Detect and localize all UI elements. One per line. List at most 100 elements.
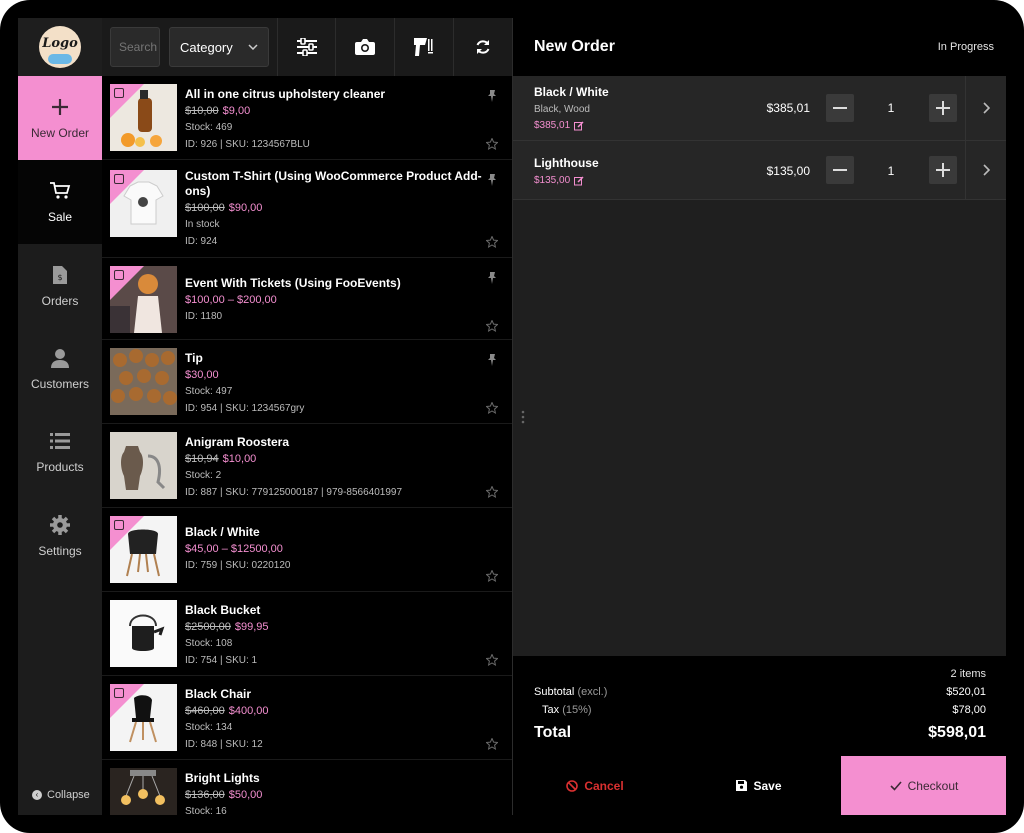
checkout-button[interactable]: Checkout <box>841 756 1006 815</box>
category-select[interactable]: Category <box>169 27 269 67</box>
pin-icon[interactable] <box>486 354 498 366</box>
logo-text: Logo <box>42 35 78 51</box>
resize-handle-icon[interactable] <box>521 410 525 424</box>
product-row[interactable]: Bright Lights $136,00 $50,00 Stock: 16 <box>102 760 512 815</box>
tax-note: (15%) <box>562 704 592 716</box>
filter-button[interactable] <box>277 18 335 76</box>
sidebar-item-customers[interactable]: Customers <box>18 327 102 411</box>
unit-price-value: $385,01 <box>534 120 571 131</box>
product-row[interactable]: Black Bucket $2500,00 $99,95 Stock: 108 I… <box>102 592 512 676</box>
pin-icon[interactable] <box>486 90 498 102</box>
user-icon <box>49 347 71 369</box>
device-frame: Logo New Order Sale $ Orders Customers P… <box>0 0 1024 833</box>
product-row[interactable]: Black / White $45,00 – $12500,00 ID: 759… <box>102 508 512 592</box>
product-row[interactable]: Black Chair $460,00 $400,00 Stock: 134 ID… <box>102 676 512 760</box>
product-row[interactable]: Custom T-Shirt (Using WooCommerce Produc… <box>102 160 512 258</box>
star-icon[interactable] <box>486 138 498 150</box>
sidebar-item-label: Orders <box>41 294 79 308</box>
order-header: New Order In Progress <box>513 18 1006 76</box>
product-info: Bright Lights $136,00 $50,00 Stock: 16 <box>185 771 482 815</box>
order-line[interactable]: Black / White Black, Wood $385,01 $385,0… <box>513 76 1006 141</box>
line-expand-button[interactable] <box>965 76 1006 140</box>
chevron-right-icon <box>983 164 990 176</box>
save-button[interactable]: Save <box>677 756 841 815</box>
subtotal-row: Subtotal (excl.) $520,01 <box>534 686 986 698</box>
product-row[interactable]: Tip $30,00 Stock: 497 ID: 954 | SKU: 123… <box>102 340 512 424</box>
sidebar-item-label: Sale <box>47 210 73 224</box>
product-sale-price: $50,00 <box>228 789 263 801</box>
product-toolbar: Category <box>102 18 512 76</box>
product-name: Bright Lights <box>185 771 260 785</box>
product-price: $460,00 $400,00 <box>185 705 482 717</box>
product-list: All in one citrus upholstery cleaner $10… <box>102 76 512 815</box>
product-sale-price: $99,95 <box>234 621 269 633</box>
order-actions: Cancel Save Checkout <box>513 756 1006 815</box>
pin-icon[interactable] <box>486 174 498 186</box>
product-old-price: $10,00 <box>185 105 219 117</box>
star-icon[interactable] <box>486 236 498 248</box>
product-id-sku: ID: 754 | SKU: 1 <box>185 655 258 666</box>
product-name: Black / White <box>185 525 260 539</box>
order-totals: 2 items Subtotal (excl.) $520,01 Tax (15… <box>513 656 1006 756</box>
order-line[interactable]: Lighthouse $135,00 $135,00 1 <box>513 141 1006 200</box>
logo-area: Logo <box>18 18 102 76</box>
order-panel: New Order In Progress Black / White Blac… <box>512 18 1006 815</box>
unit-price-value: $135,00 <box>534 175 571 186</box>
product-old-price: $460,00 <box>185 705 225 717</box>
quantity-value[interactable]: 1 <box>871 164 911 178</box>
search-input[interactable] <box>110 27 160 67</box>
product-thumbnail <box>110 348 177 415</box>
product-row[interactable]: All in one citrus upholstery cleaner $10… <box>102 76 512 160</box>
product-thumbnail <box>110 432 177 499</box>
pin-icon[interactable] <box>486 272 498 284</box>
product-price: $10,94 $10,00 <box>185 453 482 465</box>
plus-icon <box>936 101 950 115</box>
minus-icon <box>833 169 847 171</box>
star-icon[interactable] <box>486 570 498 582</box>
product-name: Anigram Roostera <box>185 435 290 449</box>
sidebar: Logo New Order Sale $ Orders Customers P… <box>18 18 102 815</box>
line-expand-button[interactable] <box>965 141 1006 199</box>
line-item-unit-price[interactable]: $385,01 <box>534 120 584 131</box>
cancel-label: Cancel <box>584 778 624 793</box>
cancel-button[interactable]: Cancel <box>513 756 677 815</box>
sliders-icon <box>296 38 317 56</box>
quantity-decrease-button[interactable] <box>826 94 854 122</box>
sidebar-item-products[interactable]: Products <box>18 410 102 494</box>
star-icon[interactable] <box>486 738 498 750</box>
order-title: New Order <box>534 38 615 55</box>
quantity-increase-button[interactable] <box>929 156 957 184</box>
product-name: Black Chair <box>185 687 252 701</box>
subtotal-note: (excl.) <box>577 686 608 698</box>
star-icon[interactable] <box>486 654 498 666</box>
refresh-button[interactable] <box>453 18 511 76</box>
edit-icon <box>574 120 584 130</box>
star-icon[interactable] <box>486 402 498 414</box>
line-item-unit-price[interactable]: $135,00 <box>534 175 584 186</box>
product-thumbnail <box>110 684 177 751</box>
product-name: Event With Tickets (Using FooEvents) <box>185 276 401 290</box>
product-sale-price: $9,00 <box>222 105 251 117</box>
product-row[interactable]: Anigram Roostera $10,94 $10,00 Stock: 2 I… <box>102 424 512 508</box>
logo: Logo <box>39 26 81 68</box>
collapse-button[interactable]: ‹ Collapse <box>32 789 90 801</box>
quantity-increase-button[interactable] <box>929 94 957 122</box>
sidebar-item-orders[interactable]: $ Orders <box>18 244 102 328</box>
star-icon[interactable] <box>486 320 498 332</box>
quantity-value[interactable]: 1 <box>871 101 911 115</box>
tax-value: $78,00 <box>952 704 986 716</box>
quantity-decrease-button[interactable] <box>826 156 854 184</box>
total-row: Total $598,01 <box>534 724 986 742</box>
star-icon[interactable] <box>486 486 498 498</box>
sidebar-item-sale[interactable]: Sale <box>18 160 102 244</box>
barcode-scanner-button[interactable] <box>394 18 452 76</box>
product-row[interactable]: Event With Tickets (Using FooEvents) $10… <box>102 258 512 340</box>
cart-icon <box>49 180 71 202</box>
product-sale-price: $10,00 <box>222 453 257 465</box>
product-info: Anigram Roostera $10,94 $10,00 Stock: 2 I… <box>185 435 482 499</box>
sidebar-item-settings[interactable]: Settings <box>18 494 102 578</box>
sidebar-item-new-order[interactable]: New Order <box>18 76 102 160</box>
camera-button[interactable] <box>335 18 393 76</box>
line-item-price: $135,00 <box>766 164 810 178</box>
product-id-sku: ID: 1180 <box>185 311 223 322</box>
